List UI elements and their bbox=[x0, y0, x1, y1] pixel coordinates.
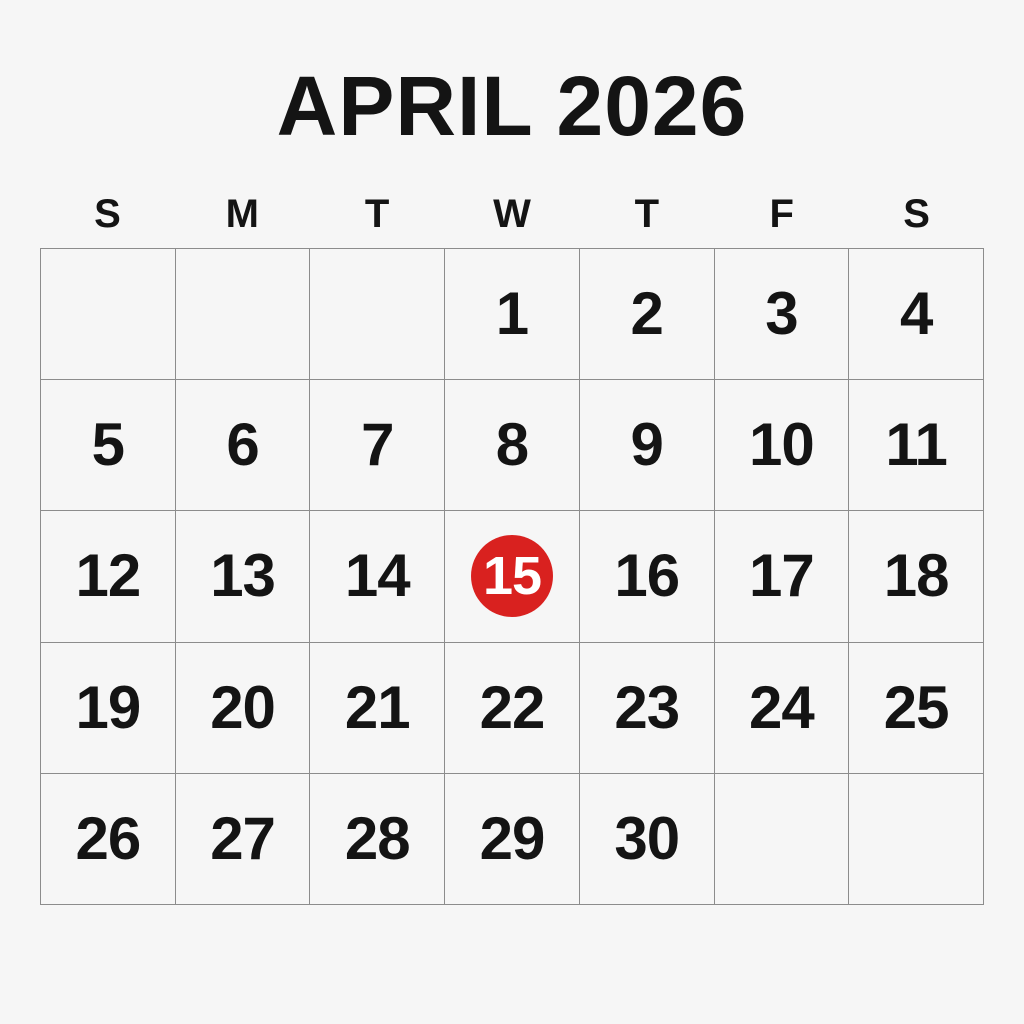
month-title: APRIL 2026 bbox=[276, 59, 748, 153]
calendar-grid: 1 2 3 4 5 6 7 8 9 10 11 12 13 14 15 16 1… bbox=[40, 248, 984, 905]
day-cell-empty bbox=[175, 249, 311, 381]
day-cell-empty bbox=[849, 773, 984, 905]
day-number: 17 bbox=[749, 542, 815, 610]
day-cell[interactable]: 3 bbox=[714, 249, 850, 381]
day-cell[interactable]: 11 bbox=[849, 380, 984, 512]
day-cell[interactable]: 6 bbox=[175, 380, 311, 512]
weekday-tuesday: T bbox=[364, 192, 390, 236]
day-number: 27 bbox=[210, 804, 276, 872]
day-number: 2 bbox=[630, 280, 664, 348]
day-number: 12 bbox=[75, 542, 141, 610]
day-cell[interactable]: 23 bbox=[579, 642, 715, 774]
day-cell-highlighted[interactable]: 15 bbox=[445, 511, 580, 643]
day-cell[interactable]: 10 bbox=[714, 380, 850, 512]
day-cell[interactable]: 5 bbox=[41, 380, 176, 512]
day-cell[interactable]: 21 bbox=[310, 642, 446, 774]
highlighted-day-badge: 15 bbox=[470, 535, 553, 618]
day-cell[interactable]: 27 bbox=[175, 773, 311, 905]
day-cell[interactable]: 30 bbox=[579, 773, 715, 905]
day-cell[interactable]: 25 bbox=[849, 642, 984, 774]
day-cell[interactable]: 24 bbox=[714, 642, 850, 774]
day-cell-empty bbox=[310, 249, 446, 381]
day-number: 19 bbox=[75, 673, 141, 741]
day-number: 11 bbox=[885, 411, 947, 479]
day-number: 5 bbox=[91, 411, 125, 479]
calendar-page: APRIL 2026 S M T W T F S 1 2 3 4 5 6 7 8… bbox=[0, 0, 1024, 1024]
day-cell[interactable]: 1 bbox=[445, 249, 580, 381]
day-number: 14 bbox=[344, 542, 411, 610]
weekday-friday: F bbox=[769, 192, 794, 236]
day-cell[interactable]: 12 bbox=[41, 511, 176, 643]
day-cell-empty bbox=[714, 773, 850, 905]
day-cell[interactable]: 13 bbox=[175, 511, 311, 643]
weekday-thursday: T bbox=[634, 192, 660, 236]
day-cell[interactable]: 8 bbox=[445, 380, 580, 512]
weekday-header-row: S M T W T F S bbox=[40, 186, 984, 242]
day-cell[interactable]: 28 bbox=[310, 773, 446, 905]
day-number: 28 bbox=[344, 804, 411, 872]
day-number: 21 bbox=[344, 673, 411, 741]
day-number: 7 bbox=[361, 411, 394, 479]
day-number: 6 bbox=[226, 411, 259, 479]
day-number: 20 bbox=[210, 673, 276, 741]
day-cell[interactable]: 22 bbox=[445, 642, 580, 774]
day-number: 8 bbox=[495, 411, 529, 479]
day-number: 29 bbox=[479, 804, 546, 872]
day-number: 16 bbox=[614, 542, 680, 610]
day-cell[interactable]: 20 bbox=[175, 642, 311, 774]
day-cell[interactable]: 9 bbox=[579, 380, 715, 512]
day-cell[interactable]: 14 bbox=[310, 511, 446, 643]
day-number: 25 bbox=[883, 673, 950, 741]
day-number: 1 bbox=[495, 280, 529, 348]
day-number: 30 bbox=[614, 804, 680, 872]
day-number: 13 bbox=[210, 542, 276, 610]
weekday-wednesday: W bbox=[493, 192, 531, 236]
day-cell[interactable]: 2 bbox=[579, 249, 715, 381]
day-number: 26 bbox=[75, 804, 141, 872]
day-cell[interactable]: 4 bbox=[849, 249, 984, 381]
day-cell[interactable]: 16 bbox=[579, 511, 715, 643]
day-cell[interactable]: 19 bbox=[41, 642, 176, 774]
day-number: 18 bbox=[883, 542, 950, 610]
weekday-monday: M bbox=[225, 192, 259, 236]
day-cell[interactable]: 18 bbox=[849, 511, 984, 643]
day-cell[interactable]: 17 bbox=[714, 511, 850, 643]
day-number: 24 bbox=[749, 673, 815, 741]
day-number: 10 bbox=[749, 411, 815, 479]
day-cell[interactable]: 26 bbox=[41, 773, 176, 905]
day-number: 9 bbox=[630, 411, 664, 479]
weekday-sunday: S bbox=[94, 192, 121, 236]
day-number: 22 bbox=[479, 673, 546, 741]
weekday-saturday: S bbox=[903, 192, 930, 236]
day-cell[interactable]: 29 bbox=[445, 773, 580, 905]
day-number: 3 bbox=[765, 280, 798, 348]
day-cell[interactable]: 7 bbox=[310, 380, 446, 512]
day-number: 4 bbox=[899, 280, 933, 348]
day-number: 23 bbox=[614, 673, 680, 741]
day-cell-empty bbox=[41, 249, 176, 381]
